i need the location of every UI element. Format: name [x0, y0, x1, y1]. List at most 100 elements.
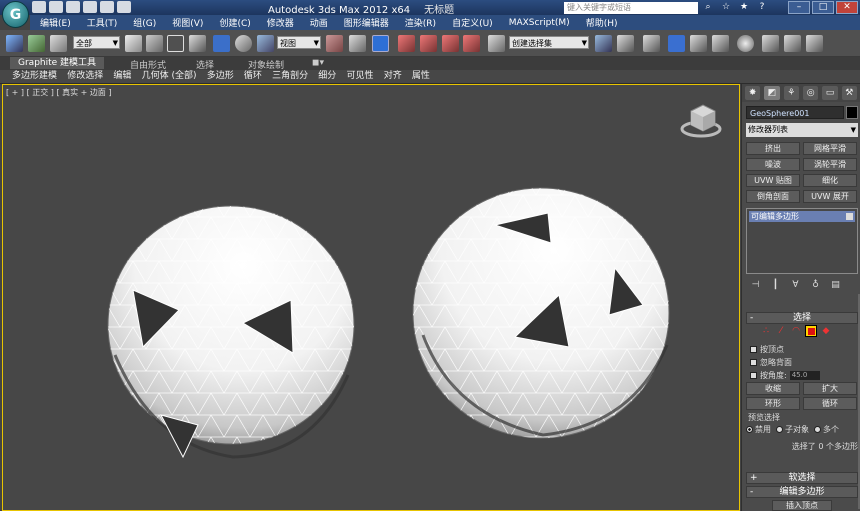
insert-vertex-button[interactable]: 插入顶点: [772, 500, 832, 511]
extrude-button[interactable]: 挤出: [746, 142, 800, 155]
communication-center-icon[interactable]: ☆: [720, 2, 732, 13]
panel-edit[interactable]: 编辑: [113, 71, 131, 81]
selection-filter-dropdown[interactable]: 全部: [73, 36, 120, 50]
unwrap-uvw-button[interactable]: UVW 展开: [803, 190, 857, 203]
snaps-toggle-icon[interactable]: [398, 35, 415, 52]
render-setup-icon[interactable]: [762, 35, 779, 52]
keyboard-shortcut-override-icon[interactable]: [372, 35, 389, 52]
object-name-field[interactable]: GeoSphere001: [746, 106, 844, 119]
polygon-level-icon[interactable]: [805, 325, 817, 337]
remove-modifier-icon[interactable]: ♁: [810, 280, 821, 291]
ring-button[interactable]: 环形: [746, 397, 800, 410]
ribbon-options-icon[interactable]: ◼▾: [312, 58, 324, 68]
panel-subdivision[interactable]: 细分: [318, 71, 336, 81]
preview-disabled-radio[interactable]: [746, 426, 753, 433]
viewcube-icon[interactable]: [680, 104, 722, 138]
align-icon[interactable]: [617, 35, 634, 52]
graphite-toggle-icon[interactable]: [668, 35, 685, 52]
preview-multi-radio[interactable]: [814, 426, 821, 433]
panel-geometry-all[interactable]: 几何体 (全部): [142, 71, 197, 81]
border-level-icon[interactable]: ◠: [790, 325, 802, 337]
material-editor-icon[interactable]: [737, 35, 754, 52]
perspective-viewport[interactable]: [ + ] [ 正交 ] [ 真实 + 边面 ]: [2, 84, 740, 511]
geosphere-left[interactable]: [107, 205, 355, 459]
percent-snap-icon[interactable]: [442, 35, 459, 52]
binoculars-icon[interactable]: ⌕: [702, 2, 714, 13]
menu-maxscript[interactable]: MAXScript(M): [501, 18, 578, 28]
angle-snap-icon[interactable]: [420, 35, 437, 52]
hierarchy-tab-icon[interactable]: ⚘: [783, 86, 799, 100]
app-logo-icon[interactable]: G: [2, 1, 29, 28]
menu-help[interactable]: 帮助(H): [578, 16, 626, 29]
menu-customize[interactable]: 自定义(U): [444, 16, 501, 29]
favorites-icon[interactable]: ★: [738, 2, 750, 13]
object-color-swatch[interactable]: [846, 106, 858, 119]
select-object-icon[interactable]: [125, 35, 142, 52]
display-tab-icon[interactable]: ▭: [822, 86, 838, 100]
modifier-list-dropdown[interactable]: 修改器列表: [746, 123, 858, 137]
shrink-button[interactable]: 收缩: [746, 382, 800, 395]
menu-views[interactable]: 视图(V): [164, 16, 211, 29]
menu-rendering[interactable]: 渲染(R): [397, 16, 444, 29]
turbosmooth-button[interactable]: 涡轮平滑: [803, 158, 857, 171]
menu-graph-editors[interactable]: 图形编辑器: [336, 16, 397, 29]
motion-tab-icon[interactable]: ◎: [802, 86, 819, 100]
panel-loops[interactable]: 循环: [244, 71, 262, 81]
layer-manager-icon[interactable]: [643, 35, 660, 52]
by-angle-checkbox[interactable]: 按角度: 45.0: [750, 370, 820, 381]
menu-group[interactable]: 组(G): [125, 16, 164, 29]
menu-modifiers[interactable]: 修改器: [259, 16, 302, 29]
make-unique-icon[interactable]: ∀: [790, 280, 801, 291]
scale-icon[interactable]: [257, 35, 274, 52]
by-vertex-checkbox[interactable]: 按顶点: [750, 344, 784, 355]
new-file-icon[interactable]: [32, 1, 46, 13]
panel-modify-selection[interactable]: 修改选择: [67, 71, 103, 81]
minimize-button[interactable]: –: [788, 1, 810, 14]
rotate-icon[interactable]: [235, 35, 252, 52]
open-file-icon[interactable]: [49, 1, 63, 13]
configure-modifier-sets-icon[interactable]: ▤: [830, 280, 841, 291]
selection-rollout-header[interactable]: - 选择: [746, 312, 858, 324]
create-tab-icon[interactable]: ✸: [745, 86, 761, 100]
utilities-tab-icon[interactable]: ⚒: [841, 86, 857, 100]
menu-edit[interactable]: 编辑(E): [30, 16, 79, 29]
vertex-level-icon[interactable]: ∴: [760, 325, 772, 337]
loop-button[interactable]: 循环: [803, 397, 857, 410]
spinner-snap-icon[interactable]: [463, 35, 480, 52]
maximize-button[interactable]: □: [812, 1, 834, 14]
meshsmooth-button[interactable]: 网格平滑: [803, 142, 857, 155]
named-selection-set-dropdown[interactable]: 创建选择集: [509, 36, 589, 50]
schematic-view-icon[interactable]: [712, 35, 729, 52]
close-button[interactable]: ✕: [836, 1, 858, 14]
edge-level-icon[interactable]: ⁄: [775, 325, 787, 337]
viewport-label[interactable]: [ + ] [ 正交 ] [ 真实 + 边面 ]: [6, 87, 112, 98]
menu-animation[interactable]: 动画: [302, 16, 336, 29]
element-level-icon[interactable]: ◆: [820, 325, 832, 337]
rectangular-selection-icon[interactable]: [167, 35, 184, 52]
menu-create[interactable]: 创建(C): [211, 16, 258, 29]
unlink-icon[interactable]: [28, 35, 45, 52]
window-crossing-icon[interactable]: [189, 35, 206, 52]
show-end-result-icon[interactable]: ┃: [770, 280, 781, 291]
panel-properties[interactable]: 属性: [412, 71, 430, 81]
stack-item-editable-poly[interactable]: 可编辑多边形: [749, 211, 855, 222]
search-input[interactable]: 键入关键字或短语: [564, 2, 698, 14]
select-by-name-icon[interactable]: [146, 35, 163, 52]
pin-stack-icon[interactable]: ⊣: [750, 280, 761, 291]
menu-tools[interactable]: 工具(T): [79, 16, 126, 29]
geosphere-right[interactable]: [412, 187, 670, 439]
select-manipulate-icon[interactable]: [349, 35, 366, 52]
project-folder-icon[interactable]: [117, 1, 131, 13]
ignore-backfacing-checkbox[interactable]: 忽略背面: [750, 357, 792, 368]
select-link-icon[interactable]: [6, 35, 23, 52]
panel-visibility[interactable]: 可见性: [347, 71, 374, 81]
panel-align[interactable]: 对齐: [384, 71, 402, 81]
edit-polygons-rollout-header[interactable]: - 编辑多边形: [746, 486, 858, 498]
stack-item-toggle-icon[interactable]: [846, 213, 853, 220]
grow-button[interactable]: 扩大: [803, 382, 857, 395]
panel-polygon-modeling[interactable]: 多边形建模: [12, 71, 57, 81]
preview-subobject-radio[interactable]: [776, 426, 783, 433]
undo-icon[interactable]: [83, 1, 97, 13]
curve-editor-icon[interactable]: [690, 35, 707, 52]
bevel-profile-button[interactable]: 倒角剖面: [746, 190, 800, 203]
